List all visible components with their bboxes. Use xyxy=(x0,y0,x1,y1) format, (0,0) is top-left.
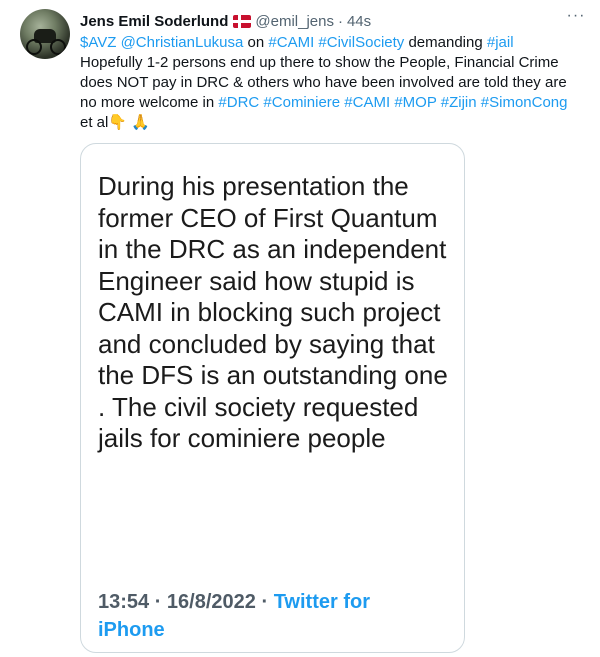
tweet-link[interactable]: #CivilSociety xyxy=(318,34,404,51)
media-tweet-meta: 13:54 · 16/8/2022 · Twitter for iPhone xyxy=(98,588,438,644)
tweet-link[interactable]: #Zijin xyxy=(441,94,477,111)
tweet-text-segment: 👇 xyxy=(108,114,128,131)
tweet-link[interactable]: #CAMI xyxy=(344,94,390,111)
tweet-text-segment: on xyxy=(243,34,269,51)
tweet-link[interactable]: #MOP xyxy=(394,94,436,111)
tweet-link[interactable]: #jail xyxy=(487,34,514,51)
avatar-wheel-back xyxy=(50,39,66,55)
tweet-link[interactable]: @ChristianLukusa xyxy=(121,34,244,51)
tweet-link[interactable]: #DRC xyxy=(218,94,259,111)
avatar-wheel-front xyxy=(26,39,42,55)
tweet-link[interactable]: #Cominiere xyxy=(263,94,340,111)
tweet-timestamp[interactable]: 44s xyxy=(347,13,371,30)
tweet-media-image[interactable]: During his presentation the former CEO o… xyxy=(80,143,465,653)
tweet-link[interactable]: #CAMI xyxy=(268,34,314,51)
tweet-link[interactable]: $AVZ xyxy=(80,34,116,51)
tweet-text-segment: demanding xyxy=(404,34,487,51)
author-name[interactable]: Jens Emil Soderlund xyxy=(80,13,228,30)
more-options-icon[interactable]: ··· xyxy=(564,6,588,26)
tweet-text-segment: et al xyxy=(80,114,109,131)
tweet[interactable]: Jens Emil Soderlund @emil_jens · 44s ···… xyxy=(0,0,600,657)
tweet-text-segment: 🙏 xyxy=(127,114,150,131)
tweet-text: $AVZ @ChristianLukusa on #CAMI #CivilSoc… xyxy=(80,33,580,133)
separator-dot: · xyxy=(337,12,343,30)
denmark-flag-icon xyxy=(233,14,252,28)
avatar[interactable] xyxy=(20,9,70,59)
tweet-link[interactable]: #SimonCong xyxy=(481,94,568,111)
author-handle[interactable]: @emil_jens xyxy=(255,13,334,30)
media-quote-text: During his presentation the former CEO o… xyxy=(98,171,448,453)
tweet-header: Jens Emil Soderlund @emil_jens · 44s xyxy=(80,11,590,31)
media-timestamp: 13:54 · 16/8/2022 · xyxy=(98,591,274,613)
